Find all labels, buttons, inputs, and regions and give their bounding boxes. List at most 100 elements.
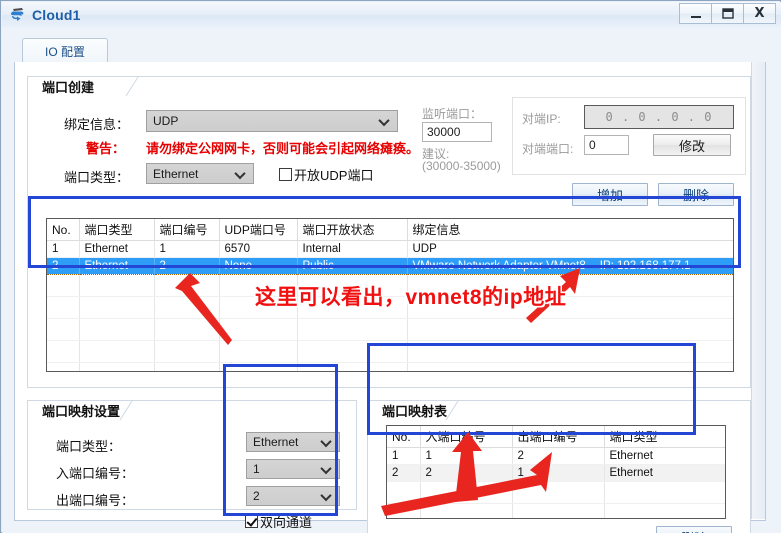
port-col-binding: 绑定信息 [407,219,733,241]
map-col-no: No. [387,426,421,448]
minimize-button[interactable] [679,3,712,24]
cell-number: 2 [154,257,220,275]
map-in-port-combo[interactable]: 1 [246,459,340,479]
window-title: Cloud1 [32,7,81,23]
peer-port-input[interactable]: 0 [584,135,629,155]
cell-binding: UDP [407,240,733,258]
map-col-port-type: 端口类型 [604,426,725,448]
cell-number: 1 [154,240,220,258]
table-row-empty [47,318,733,341]
port-table-header-row: No. 端口类型 端口编号 UDP端口号 端口开放状态 绑定信息 [47,219,733,241]
map-col-out-port: 出端口编号 [512,426,605,448]
cell-udp-port: None [219,257,298,275]
tab-strip: IO 配置 [14,38,766,63]
cloud-icon [8,6,28,24]
cell-binding: VMware Network Adapter VMnet8 -- IP: 192… [407,257,733,275]
application-root: Cloud1 X IO 配置 端口创建 绑定信息： UDP 警告： 请勿绑定公网… [0,0,781,533]
window-controls: X [679,3,776,25]
map-port-type-value: Ethernet [253,435,299,449]
vertical-scrollbar[interactable] [751,62,765,519]
delete-mapping-button[interactable]: 删除 [656,526,732,533]
table-row[interactable]: 1 Ethernet 1 6570 Internal UDP [47,240,733,258]
group-port-map-table: 端口映射表 No. 入端口编号 出端口编号 端口类型 1 1 2 Etherne… [367,400,751,533]
group-port-create-title: 端口创建 [36,77,105,96]
checkbox-box [245,515,258,528]
warning-label: 警告： [86,141,126,156]
close-button[interactable]: X [743,3,776,24]
open-udp-port-checkbox[interactable]: 开放UDP端口 [279,165,373,184]
cell-in-port: 2 [420,464,513,482]
port-map-table-inner: No. 入端口编号 出端口编号 端口类型 1 1 2 Ethernet 2 2 … [387,426,725,518]
bidirectional-channel-checkbox[interactable]: 双向通道 [245,512,312,531]
port-col-no: No. [47,219,80,241]
binding-info-combo[interactable]: UDP [146,110,398,132]
modify-button[interactable]: 修改 [653,134,731,156]
cell-out-port: 1 [512,464,605,482]
listen-port-value: 30000 [427,125,461,139]
port-type-value: Ethernet [153,166,199,181]
map-port-type-label: 端口类型： [56,439,122,454]
binding-info-label: 绑定信息： [64,117,130,132]
map-col-in-port: 入端口编号 [420,426,513,448]
peer-ip-value: 0 . 0 . 0 . 0 [605,110,713,124]
listen-port-label: 监听端口： [422,107,483,121]
group-port-map-table-title: 端口映射表 [376,401,458,420]
table-row-empty [387,503,725,518]
table-row[interactable]: 1 1 2 Ethernet [387,447,725,465]
cell-out-port: 2 [512,447,605,465]
warning-text: 请勿绑定公网网卡，否则可能会引起网络瘫痪。 [146,141,420,156]
chevron-down-icon [236,171,245,177]
suggest-range: (30000-35000) [422,159,501,173]
delete-port-button[interactable]: 删除 [658,183,734,206]
cell-no: 2 [47,257,80,275]
table-row-empty [47,362,733,371]
group-title-divider [125,77,139,97]
chevron-down-icon [322,466,331,472]
binding-info-value: UDP [153,114,179,128]
cell-udp-port: 6570 [219,240,298,258]
port-type-label: 端口类型： [64,170,130,185]
cell-type: Ethernet [79,240,155,258]
listen-port-input[interactable]: 30000 [422,122,492,142]
cell-open-state: Internal [297,240,408,258]
cell-no: 1 [47,240,80,258]
window-frame: Cloud1 X IO 配置 端口创建 绑定信息： UDP 警告： 请勿绑定公网… [0,0,781,533]
cell-type: Ethernet [79,257,155,275]
map-port-type-combo[interactable]: Ethernet [246,432,340,452]
checkbox-box [279,168,292,181]
map-out-port-label: 出端口编号： [56,493,135,508]
annotation-text: 这里可以看出，vmnet8的ip地址 [255,286,567,309]
cell-no: 2 [387,464,421,482]
open-udp-port-label: 开放UDP端口 [294,168,374,183]
port-col-open-state: 端口开放状态 [297,219,408,241]
group-port-map-settings: 端口映射设置 端口类型： Ethernet 入端口编号： 1 出端口编号： 2 [27,400,357,510]
peer-ip-input[interactable]: 0 . 0 . 0 . 0 [584,105,734,129]
peer-port-value: 0 [589,138,596,152]
peer-port-label: 对端端口: [522,142,574,156]
cell-port-type: Ethernet [604,464,725,482]
group-port-map-settings-title: 端口映射设置 [36,401,131,420]
cell-port-type: Ethernet [604,447,725,465]
table-row[interactable]: 2 Ethernet 2 None Public VMware Network … [47,257,733,275]
add-port-button[interactable]: 增加 [572,183,648,206]
port-map-table[interactable]: No. 入端口编号 出端口编号 端口类型 1 1 2 Ethernet 2 2 … [386,425,726,519]
chevron-down-icon [380,118,389,124]
title-bar: Cloud1 X [2,2,781,29]
bidirectional-channel-label: 双向通道 [260,515,313,530]
map-table-header-row: No. 入端口编号 出端口编号 端口类型 [387,426,725,448]
table-row-empty [47,340,733,363]
port-col-type: 端口类型 [79,219,155,241]
map-out-port-value: 2 [253,489,260,503]
map-out-port-combo[interactable]: 2 [246,486,340,506]
port-col-number: 端口编号 [154,219,220,241]
port-type-combo[interactable]: Ethernet [146,163,254,184]
chevron-down-icon [322,493,331,499]
table-row[interactable]: 2 2 1 Ethernet [387,464,725,482]
cell-no: 1 [387,447,421,465]
tab-io-config[interactable]: IO 配置 [22,38,108,63]
maximize-button[interactable] [711,3,744,24]
cell-open-state: Public [297,257,408,275]
chevron-down-icon [322,439,331,445]
map-in-port-value: 1 [253,462,260,476]
group-port-create: 端口创建 绑定信息： UDP 警告： 请勿绑定公网网卡，否则可能会引起网络瘫痪。… [27,76,751,388]
